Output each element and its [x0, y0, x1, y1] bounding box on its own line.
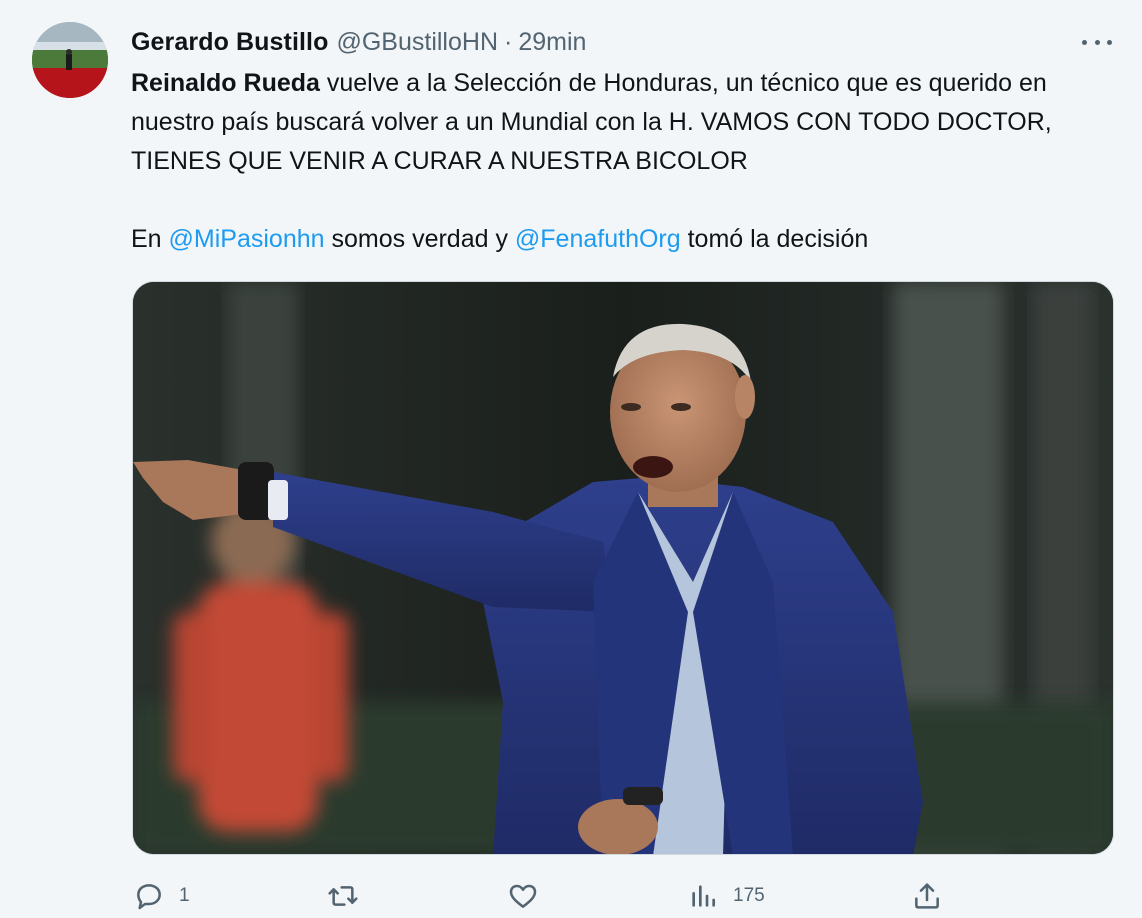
tweet-header: Gerardo Bustillo @GBustilloHN · 29min [131, 26, 586, 58]
views-count: 175 [733, 885, 765, 906]
reply-count: 1 [179, 885, 190, 906]
retweet-icon [327, 880, 359, 912]
author-handle[interactable]: @GBustilloHN [336, 28, 498, 57]
tweet-actions: 1 175 [131, 876, 1111, 918]
mention-mipasionhn[interactable]: @MiPasionhn [169, 225, 325, 253]
reply-icon [133, 880, 165, 912]
retweet-button[interactable] [327, 876, 373, 916]
share-button[interactable] [911, 876, 943, 916]
mention-fenafuthorg[interactable]: @FenafuthOrg [515, 225, 681, 253]
tweet-paragraph-2: En @MiPasionhn somos verdad y @FenafuthO… [131, 220, 1091, 259]
tweet-text: Reinaldo Rueda vuelve a la Selección de … [131, 64, 1091, 259]
text-prefix: En [131, 225, 169, 253]
more-dot [1107, 39, 1112, 45]
tweet[interactable]: Gerardo Bustillo @GBustilloHN · 29min Re… [0, 0, 1142, 918]
text-middle: somos verdad y [324, 225, 515, 253]
bold-name: Reinaldo Rueda [131, 69, 320, 97]
reply-button[interactable]: 1 [133, 876, 190, 916]
more-dot [1094, 39, 1100, 45]
text-suffix: tomó la decisión [680, 225, 869, 253]
tweet-paragraph-1: Reinaldo Rueda vuelve a la Selección de … [131, 64, 1091, 181]
like-icon [507, 880, 539, 912]
like-button[interactable] [507, 876, 553, 916]
share-icon [911, 880, 943, 912]
avatar[interactable] [32, 22, 108, 98]
timestamp[interactable]: 29min [518, 28, 586, 57]
views-icon [687, 880, 719, 912]
separator-dot: · [504, 27, 513, 56]
views-button[interactable]: 175 [687, 876, 765, 916]
author-name[interactable]: Gerardo Bustillo [131, 28, 328, 57]
more-dot [1082, 39, 1087, 45]
more-icon[interactable] [1082, 30, 1112, 54]
tweet-photo[interactable] [132, 281, 1114, 855]
